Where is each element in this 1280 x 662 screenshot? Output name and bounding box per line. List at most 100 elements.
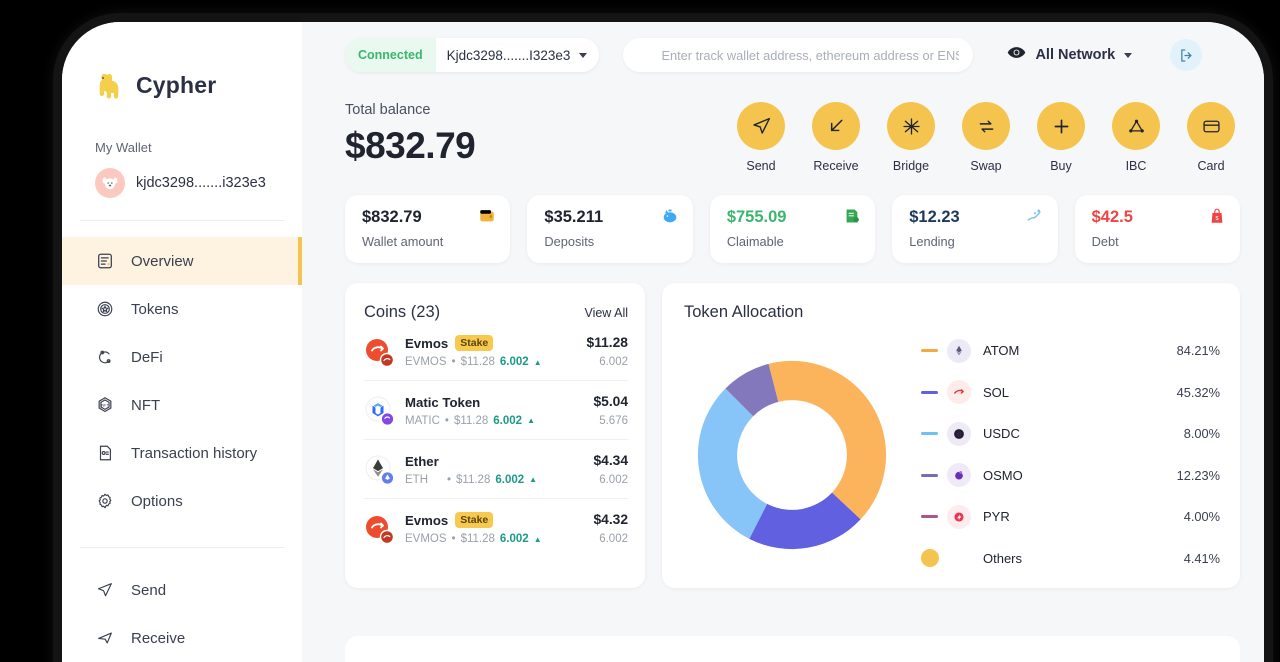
stat-label: Lending [909,234,1042,249]
action-swap[interactable]: Swap [962,102,1010,173]
action-label: Send [746,159,775,173]
sidebar-item-label: DeFi [131,349,163,366]
legend-label: PYR [983,509,1010,524]
sidebar-divider-top [80,220,284,221]
coin-value: $4.34 [593,453,628,468]
action-ibc[interactable]: IBC [1112,102,1160,173]
sidebar-item-receive[interactable]: Receive [62,614,302,662]
tokens-icon [95,299,115,319]
action-label: Receive [813,159,858,173]
chevron-down-icon[interactable] [1124,53,1132,58]
panels-row: Coins (23) View All [302,263,1264,588]
coin-price: $11.28 [461,533,495,545]
sidebar-item-overview[interactable]: Overview [62,237,302,285]
stat-card-claimable[interactable]: $755.09 Claimable [710,195,875,263]
coin-price: $11.28 [454,415,488,427]
change-up-icon: ▲ [534,535,542,544]
stat-card-wallet-amount[interactable]: $832.79 Wallet amount [345,195,510,263]
stat-value: $42.5 [1092,208,1225,227]
svg-text:NFT: NFT [101,404,109,408]
donut-segment-atom[interactable] [792,360,886,518]
sidebar-item-options[interactable]: Options [62,477,302,525]
action-label: Buy [1050,159,1072,173]
coin-info: Matic Token MATIC • $11.28 6.002 ▲ [405,395,593,427]
sidebar-item-transaction-history[interactable]: Transaction history [62,429,302,477]
legend-row-usdc[interactable]: USDC 8.00% [921,413,1220,455]
legend-row-others[interactable]: Others 4.41% [921,538,1220,580]
sidebar-item-defi[interactable]: DeFi [62,333,302,381]
legend-marker [921,474,947,477]
legend-row-sol[interactable]: SOL 45.32% [921,372,1220,414]
action-receive[interactable]: Receive [812,102,860,173]
coin-subline: MATIC • $11.28 6.002 ▲ [405,415,593,427]
search-icon [637,45,652,65]
stat-value: $832.79 [362,208,495,227]
connection-pill[interactable]: Connected Kjdc3298.......I323e3 [345,38,599,72]
sidebar-item-tokens[interactable]: Tokens [62,285,302,333]
legend-marker [921,391,947,394]
search-input[interactable] [661,48,959,63]
coin-row[interactable]: Matic Token MATIC • $11.28 6.002 ▲ $5.04… [364,381,628,440]
view-all-link[interactable]: View All [584,306,628,320]
network-label: All Network [1035,47,1115,63]
defi-icon [95,347,115,367]
coin-row[interactable]: Ether ETH • $11.28 6.002 ▲ $4.34 6.002 [364,440,628,499]
stat-label: Debt [1092,234,1225,249]
stat-cards: $832.79 Wallet amount $35.211 Deposits [302,173,1264,263]
sidebar-item-nft[interactable]: NFT NFT [62,381,302,429]
legend-label: Others [983,551,1022,566]
coin-value: $4.32 [593,512,628,527]
coin-info: Evmos Stake EVMOS • $11.28 6.002 ▲ [405,512,593,545]
others-icon [947,546,971,570]
coin-change: 6.002 [495,474,524,486]
coin-row[interactable]: Evmos Stake EVMOS • $11.28 6.002 ▲ $4.32 [364,499,628,557]
coin-info: Evmos Stake EVMOS • $11.28 6.002 ▲ [405,335,587,368]
network-selector[interactable]: All Network [1007,46,1140,64]
legend-percent: 84.21% [1177,343,1220,358]
action-buy[interactable]: Buy [1037,102,1085,173]
stat-value: $755.09 [727,208,860,227]
balance-and-actions: Total balance $832.79 Send [302,88,1264,173]
action-send[interactable]: Send [737,102,785,173]
allocation-body: ATOM 84.21% SOL [684,330,1220,579]
wallet-label: My Wallet [95,140,302,155]
change-up-icon: ▲ [534,358,542,367]
search-box[interactable] [623,38,973,72]
logout-button[interactable] [1170,39,1202,71]
sidebar-item-send[interactable]: Send [62,566,302,614]
sol-icon [947,380,971,404]
legend-row-osmo[interactable]: OSMO 12.23% [921,455,1220,497]
legend-label: USDC [983,426,1020,441]
coin-price: $11.28 [461,356,495,368]
wallet-icon [478,207,496,225]
stat-card-debt[interactable]: $42.5 Debt $ [1075,195,1240,263]
stat-label: Deposits [544,234,677,249]
coin-change: 6.002 [500,356,529,368]
app-root: Cypher My Wallet kjdc3298.......i323e3 [62,22,1264,662]
chevron-down-icon[interactable] [579,53,587,58]
donut-svg [694,357,890,553]
action-card[interactable]: Card [1187,102,1235,173]
wallet-row[interactable]: kjdc3298.......i323e3 [95,168,302,198]
coin-amount: 5.676 [593,415,628,427]
legend-row-pyr[interactable]: PYR 4.00% [921,496,1220,538]
stat-card-lending[interactable]: $12.23 Lending [892,195,1057,263]
sidebar-item-label: Receive [131,630,185,647]
legend-percent: 45.32% [1177,385,1220,400]
piggy-bank-icon [661,207,679,225]
plus-icon [1037,102,1085,150]
sidebar: Cypher My Wallet kjdc3298.......i323e3 [62,22,302,662]
top-header: Connected Kjdc3298.......I323e3 [302,22,1264,88]
stat-value: $12.23 [909,208,1042,227]
sidebar-item-label: NFT [131,397,160,414]
coins-panel-header: Coins (23) View All [364,303,628,322]
coin-subline: EVMOS • $11.28 6.002 ▲ [405,356,587,368]
coin-symbol: MATIC [405,415,440,427]
coin-row[interactable]: Evmos Stake EVMOS • $11.28 6.002 ▲ $11.2… [364,322,628,381]
coin-subline: EVMOS • $11.28 6.002 ▲ [405,533,593,545]
token-allocation-panel: Token Allocation [662,283,1240,588]
stat-card-deposits[interactable]: $35.211 Deposits [527,195,692,263]
action-bridge[interactable]: Bridge [887,102,935,173]
avatar [95,168,125,198]
legend-row-atom[interactable]: ATOM 84.21% [921,330,1220,372]
